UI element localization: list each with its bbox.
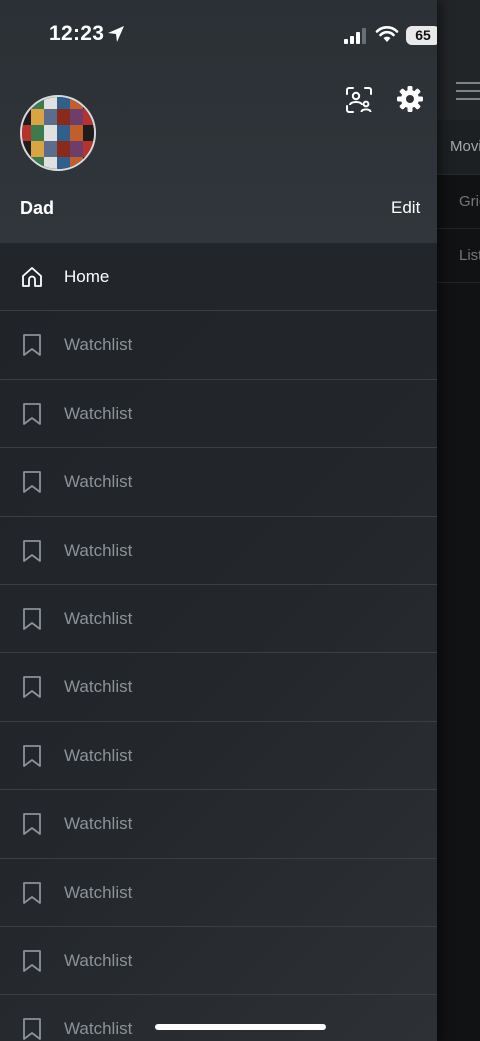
side-drawer: 12:23 65 Dad Edit Home Watchlist Watchli…	[0, 0, 437, 1041]
menu-item-watchlist[interactable]: Watchlist	[0, 790, 437, 859]
menu-item-watchlist[interactable]: Watchlist	[0, 448, 437, 517]
menu-item-watchlist[interactable]: Watchlist	[0, 927, 437, 996]
battery-icon: 65	[406, 26, 437, 45]
bookmark-icon	[20, 333, 44, 357]
bookmark-icon	[20, 949, 44, 973]
avatar-collage-tile	[57, 157, 71, 169]
cellular-signal-icon	[344, 28, 366, 44]
profile-name: Dad	[20, 198, 55, 218]
menu-item-watchlist[interactable]: Watchlist	[0, 311, 437, 380]
menu-item-label: Watchlist	[64, 814, 133, 834]
drawer-menu: Home Watchlist Watchlist Watchlist Watchlist…	[0, 243, 437, 1041]
bookmark-icon	[20, 675, 44, 699]
bookmark-icon	[20, 402, 44, 426]
bookmark-icon	[20, 744, 44, 768]
wifi-icon	[375, 26, 399, 42]
menu-item-label: Watchlist	[64, 950, 133, 970]
menu-item-watchlist[interactable]: Watchlist	[0, 722, 437, 791]
location-arrow-icon	[108, 26, 124, 42]
avatar-collage-tile	[44, 157, 58, 169]
menu-item-watchlist[interactable]: Watchlist	[0, 517, 437, 585]
menu-item-label: Watchlist	[64, 335, 133, 355]
bookmark-icon	[20, 812, 44, 836]
menu-item-label: Watchlist	[64, 472, 133, 492]
settings-gear-icon[interactable]	[396, 85, 424, 113]
profile-avatar[interactable]	[20, 95, 96, 171]
menu-item-label: Watchlist	[64, 608, 133, 628]
menu-item-watchlist[interactable]: Watchlist	[0, 653, 437, 722]
menu-item-watchlist[interactable]: Watchlist	[0, 995, 437, 1041]
menu-item-watchlist[interactable]: Watchlist	[0, 585, 437, 654]
menu-item-watchlist[interactable]: Watchlist	[0, 859, 437, 927]
bookmark-icon	[20, 881, 44, 905]
bookmark-icon	[20, 539, 44, 563]
menu-item-label: Watchlist	[64, 540, 133, 560]
home-indicator	[155, 1024, 326, 1030]
menu-item-label: Watchlist	[64, 677, 133, 697]
home-icon	[20, 265, 44, 289]
menu-item-label: Watchlist	[64, 745, 133, 765]
avatar-collage-tile	[31, 157, 45, 169]
menu-item-watchlist[interactable]: Watchlist	[0, 380, 437, 449]
menu-item-label: Watchlist	[64, 882, 133, 902]
background-dim-overlay[interactable]	[437, 0, 480, 1041]
avatar-collage-tile	[70, 157, 84, 169]
bookmark-icon	[20, 1017, 44, 1041]
status-time: 12:23	[49, 22, 105, 45]
menu-item-label: Watchlist	[64, 403, 133, 423]
switch-profile-icon[interactable]	[344, 85, 374, 115]
bookmark-icon	[20, 607, 44, 631]
menu-item-home[interactable]: Home	[0, 243, 437, 312]
menu-item-label: Home	[64, 267, 110, 286]
menu-item-label: Watchlist	[64, 1019, 133, 1039]
edit-profile-button[interactable]: Edit	[391, 198, 420, 218]
bookmark-icon	[20, 470, 44, 494]
